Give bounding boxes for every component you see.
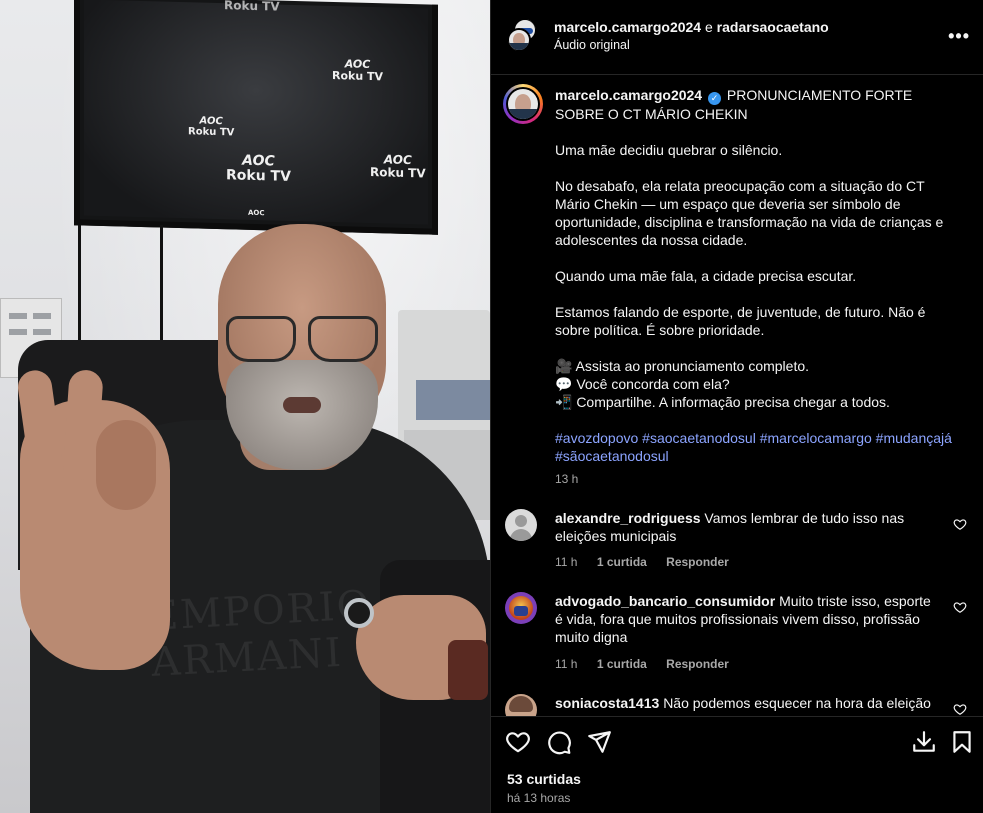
tv-logo: AOC Roku TV xyxy=(332,57,384,83)
comment-meta: 11 h 1 curtida Responder xyxy=(555,657,745,671)
comment-avatar[interactable] xyxy=(505,592,537,624)
caption-paragraph: Estamos falando de esporte, de juventude… xyxy=(555,304,926,338)
finger xyxy=(96,420,156,510)
heart-icon[interactable] xyxy=(953,517,967,531)
lapel-mic xyxy=(344,598,374,628)
caption-time[interactable]: 13 h xyxy=(555,472,578,486)
verified-badge-icon: ✓ xyxy=(707,92,721,105)
bookmark-icon[interactable] xyxy=(949,729,975,755)
caption-line: 💬 Você concorda com ela? xyxy=(555,376,730,392)
comment-text: soniacosta1413 Não podemos esquecer na h… xyxy=(555,695,931,711)
audio-link[interactable]: Áudio original xyxy=(554,38,630,52)
comment-user[interactable]: soniacosta1413 xyxy=(555,695,659,711)
heart-icon[interactable] xyxy=(505,729,531,755)
post-panel: marcelo.camargo2024 e radarsaocaetano Áu… xyxy=(490,0,983,813)
more-horizontal-icon[interactable]: ••• xyxy=(948,26,970,47)
comment-likes[interactable]: 1 curtida xyxy=(597,555,647,569)
heart-icon[interactable] xyxy=(953,702,967,716)
comment-text: alexandre_rodriguess Vamos lembrar de tu… xyxy=(555,510,905,544)
comment-avatar[interactable] xyxy=(505,509,537,541)
post-media[interactable]: Roku TV AOC Roku TV AOC Roku TV AOC Roku TV… xyxy=(0,0,490,813)
comment-icon[interactable] xyxy=(546,729,572,755)
tv-screen: Roku TV AOC Roku TV AOC Roku TV AOC Roku TV… xyxy=(84,0,428,225)
heart-icon[interactable] xyxy=(953,600,967,614)
caption-paragraph: Uma mãe decidiu quebrar o silêncio. xyxy=(555,142,783,158)
action-bar: 53 curtidas há 13 horas xyxy=(491,716,983,813)
header-usernames: marcelo.camargo2024 e radarsaocaetano xyxy=(554,19,829,35)
tv-logo: AOC Roku TV xyxy=(226,152,291,185)
comment: soniacosta1413 Não podemos esquecer na h… xyxy=(505,694,975,716)
author-avatar[interactable] xyxy=(503,84,543,124)
comment-time[interactable]: 11 h xyxy=(555,555,577,569)
reply-button[interactable]: Responder xyxy=(666,555,729,569)
comment: alexandre_rodriguess Vamos lembrar de tu… xyxy=(505,509,975,579)
comment-avatar[interactable] xyxy=(505,694,537,716)
header-user-1[interactable]: marcelo.camargo2024 xyxy=(554,19,701,35)
comment-user[interactable]: advogado_bancario_consumidor xyxy=(555,593,775,609)
tv-cable xyxy=(160,225,163,355)
comment-meta: 11 h 1 curtida Responder xyxy=(555,555,745,569)
header-user-2[interactable]: radarsaocaetano xyxy=(717,19,829,35)
wall-tv: Roku TV AOC Roku TV AOC Roku TV AOC Roku TV… xyxy=(74,0,438,235)
comment-user[interactable]: alexandre_rodriguess xyxy=(555,510,701,526)
caption-line: 🎥 Assista ao pronunciamento completo. xyxy=(555,358,810,374)
caption-paragraph: Quando uma mãe fala, a cidade precisa es… xyxy=(555,268,857,284)
caption-author[interactable]: marcelo.camargo2024 xyxy=(555,87,702,103)
comments-scroll[interactable]: marcelo.camargo2024 ✓ PRONUNCIAMENTO FOR… xyxy=(491,76,983,716)
post-caption: marcelo.camargo2024 ✓ PRONUNCIAMENTO FOR… xyxy=(555,86,960,465)
post-age[interactable]: há 13 horas xyxy=(507,791,570,805)
tv-logo: AOC Roku TV xyxy=(370,152,426,181)
collab-avatars[interactable] xyxy=(507,18,537,52)
tv-logo: AOC Roku TV xyxy=(188,115,235,138)
caption-list: 🎥 Assista ao pronunciamento completo. 💬 … xyxy=(555,357,960,411)
comment-time[interactable]: 11 h xyxy=(555,657,577,671)
post-header: marcelo.camargo2024 e radarsaocaetano Áu… xyxy=(491,0,983,75)
comment-text: advogado_bancario_consumidor Muito trist… xyxy=(555,593,931,645)
eyeglasses xyxy=(222,316,382,366)
likes-count[interactable]: 53 curtidas xyxy=(507,771,581,787)
share-icon[interactable] xyxy=(586,729,612,755)
person-mouth xyxy=(283,397,321,413)
tv-bezel-logo: AOC xyxy=(248,208,265,218)
comment: advogado_bancario_consumidor Muito trist… xyxy=(505,592,975,682)
comment-likes[interactable]: 1 curtida xyxy=(597,657,647,671)
caption-line: 📲 Compartilhe. A informação precisa cheg… xyxy=(555,394,890,410)
reply-button[interactable]: Responder xyxy=(666,657,729,671)
printer-panel xyxy=(416,380,490,420)
header-conj: e xyxy=(704,19,713,35)
tv-logo-text: Roku TV xyxy=(224,0,280,14)
bracelet xyxy=(448,640,488,700)
user-avatar xyxy=(507,28,531,52)
caption-hashtags[interactable]: #avozdopovo #saocaetanodosul #marcelocam… xyxy=(555,429,960,465)
caption-paragraph: No desabafo, ela relata preocupação com … xyxy=(555,178,944,248)
download-icon[interactable] xyxy=(911,729,937,755)
